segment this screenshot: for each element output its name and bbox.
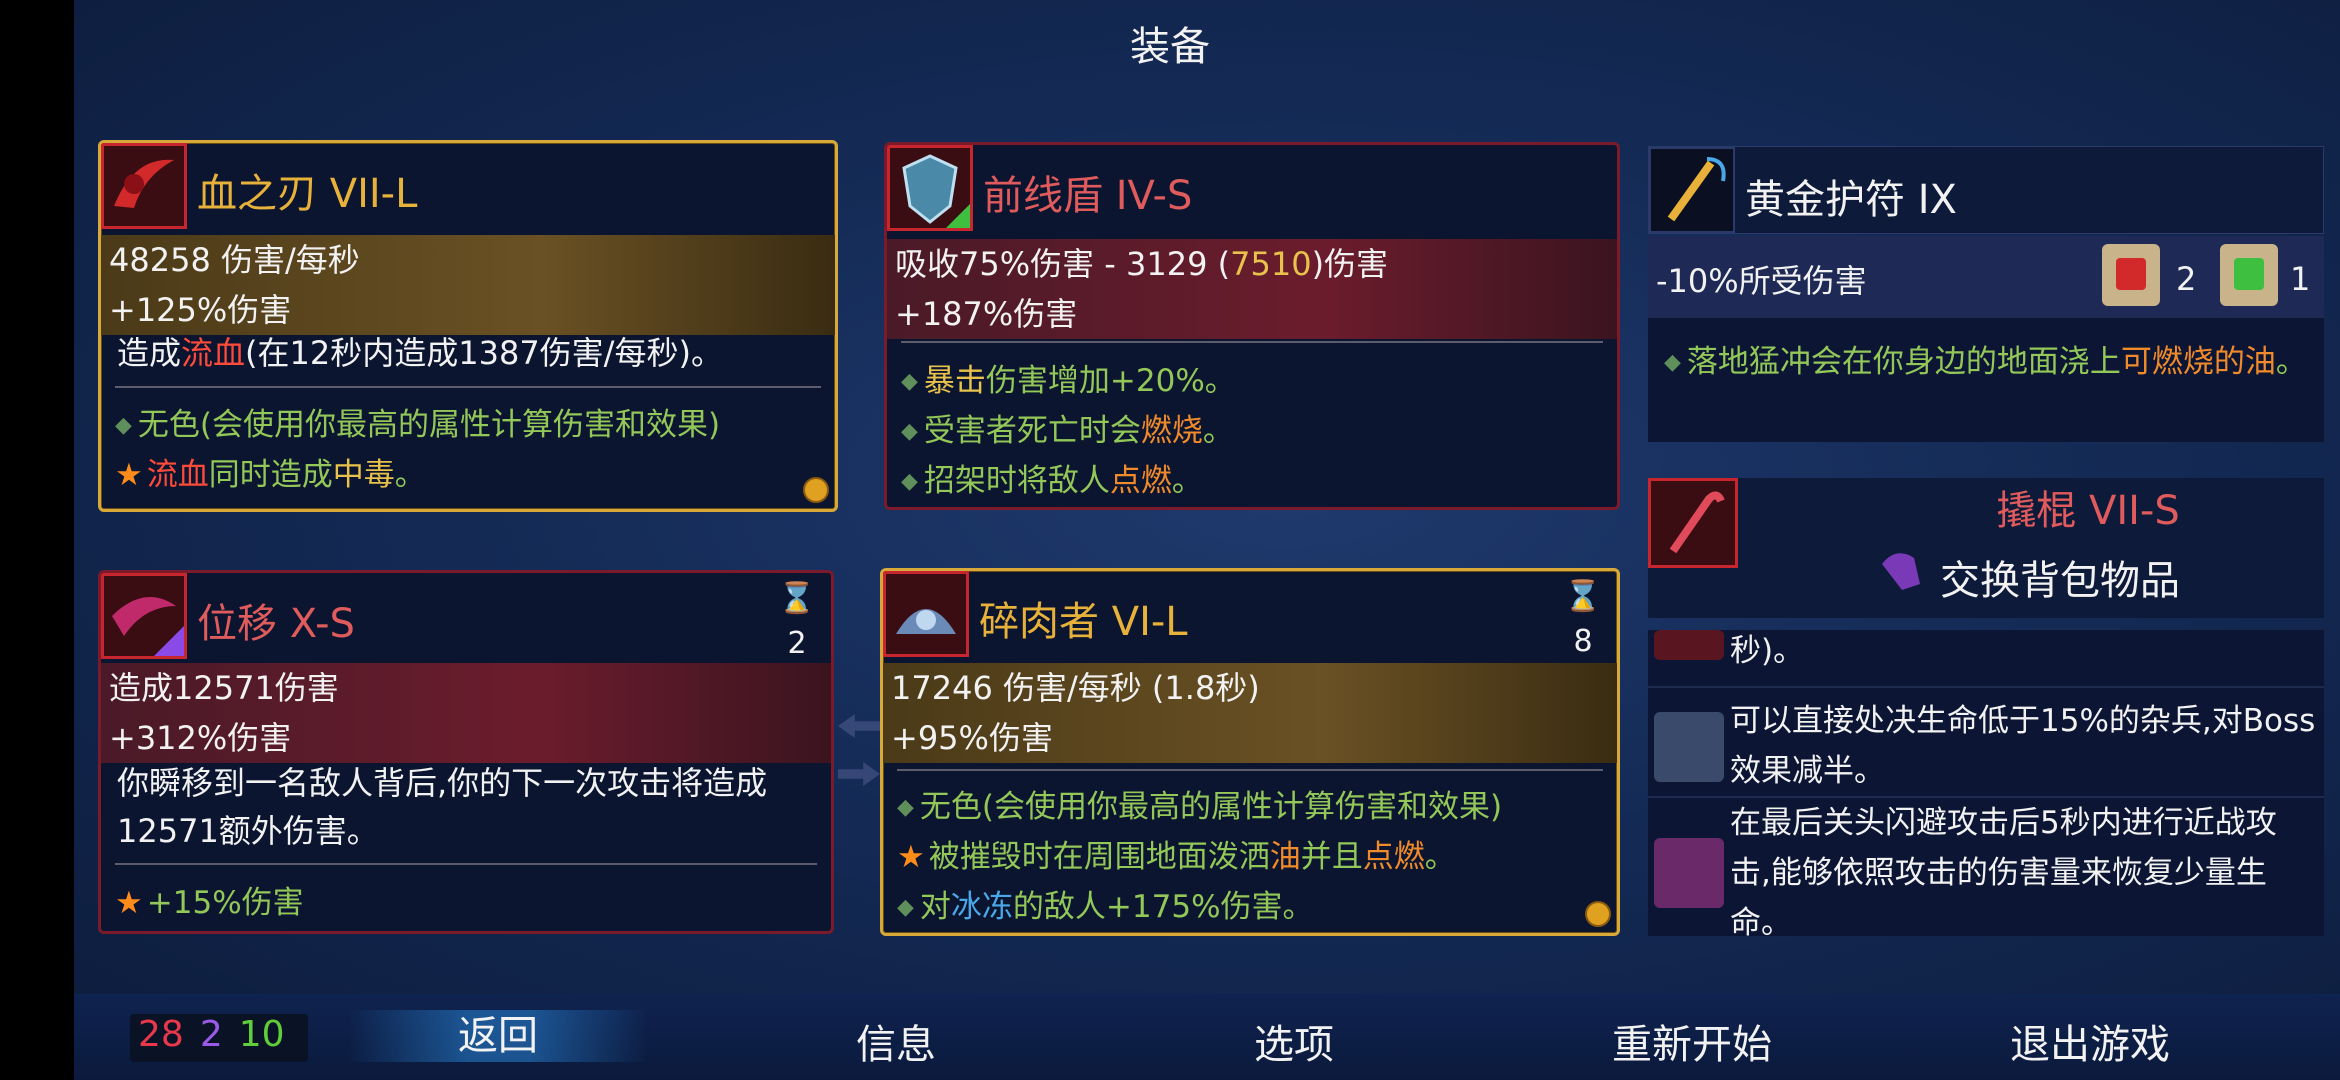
affix-line: ◆ 无色(会使用你最高的属性计算伤害和效果) — [115, 407, 721, 443]
quit-game-button[interactable]: 退出游戏 — [1940, 1012, 2240, 1070]
skill-name: 碎肉者 VI-L — [979, 599, 1188, 645]
survival-scroll-icon — [2220, 244, 2278, 306]
amulet-stat-band: -10%所受伤害 2 1 — [1648, 236, 2324, 318]
blood-sword-icon — [101, 143, 187, 229]
divider — [115, 863, 817, 865]
legendary-affix-line: ★ 被摧毁时在周围地面泼洒油并且点燃。 — [897, 839, 1456, 875]
skill-card-meat-grinder[interactable]: 碎肉者 VI-L ⌛ 8 17246 伤害/每秒 (1.8秒) +95%伤害 ◆ 无… — [880, 568, 1620, 936]
star-icon: ★ — [115, 457, 143, 493]
swap-hand-icon[interactable] — [1876, 544, 1926, 594]
survival-scroll-count: 1 — [2290, 260, 2311, 298]
amulet-description[interactable]: ◆ 落地猛冲会在你身边的地面浇上可燃烧的油。 — [1648, 318, 2324, 442]
weapon-description: 造成流血(在12秒内造成1387伤害/每秒)。 — [117, 334, 723, 372]
meat-grinder-icon — [883, 571, 969, 657]
weapon-dps: 48258 伤害/每秒 — [101, 235, 835, 285]
affix-line: ◆ 无色(会使用你最高的属性计算伤害和效果) — [897, 789, 1503, 825]
backpack-item-name: 撬棍 VII-S — [1996, 488, 2180, 534]
swap-left-arrow-icon[interactable] — [838, 714, 880, 738]
swap-backpack-button[interactable]: 交换背包物品 — [1940, 548, 2180, 606]
divider — [901, 341, 1603, 343]
scroll-stats: 28 2 10 — [130, 1014, 308, 1062]
affix-line: ◆ 招架时将敌人点燃。 — [901, 463, 1203, 499]
amulet-name: 黄金护符 IX — [1745, 177, 1957, 223]
divider — [897, 769, 1603, 771]
amulet-stat: -10%所受伤害 — [1656, 262, 1867, 300]
mutation-list[interactable]: 秒)。 可以直接处决生命低于15%的杂兵,对Boss效果减半。 在最后关头闪避攻… — [1648, 630, 2324, 941]
weapon-damage-bonus: +125%伤害 — [101, 285, 835, 335]
tactics-count: 2 — [199, 1014, 223, 1055]
weapon-name: 血之刃 VII-L — [197, 171, 418, 217]
brutality-scroll-icon — [2102, 244, 2160, 306]
golden-amulet-icon — [1649, 147, 1735, 233]
shield-block-stat: 吸收75%伤害 - 3129 (7510)伤害 — [887, 239, 1617, 289]
brutality-count: 28 — [138, 1014, 184, 1055]
info-button[interactable]: 信息 — [746, 1012, 1046, 1070]
skill-name: 位移 X-S — [197, 601, 355, 647]
skill-card-phaser[interactable]: 位移 X-S ⌛ 2 造成12571伤害 +312%伤害 你瞬移到一名敌人背后,你… — [98, 570, 834, 934]
page-title: 装备 — [1130, 24, 1210, 70]
options-button[interactable]: 选项 — [1144, 1012, 1444, 1070]
executioner-mutation-icon — [1654, 712, 1724, 782]
skill-damage: 造成12571伤害 — [101, 663, 831, 713]
affix-line: ◆ 暴击伤害增加+20%。 — [901, 363, 1236, 399]
star-icon: ★ — [115, 885, 143, 921]
skill-damage-bonus: +312%伤害 — [101, 713, 831, 763]
skill-description: 你瞬移到一名敌人背后,你的下一次攻击将造成12571额外伤害。 — [117, 764, 768, 850]
restart-button[interactable]: 重新开始 — [1542, 1012, 1842, 1070]
star-icon: ★ — [897, 839, 925, 875]
phaser-skill-icon — [101, 573, 187, 659]
legendary-affix-line: ★ +15%伤害 — [115, 885, 304, 921]
legendary-gem-icon — [803, 477, 829, 503]
skill-dps: 17246 伤害/每秒 (1.8秒) — [883, 663, 1617, 713]
swap-right-arrow-icon[interactable] — [838, 762, 880, 786]
weapon-card-front-line-shield[interactable]: 前线盾 IV-S 吸收75%伤害 - 3129 (7510)伤害 +187%伤害… — [884, 142, 1620, 510]
legendary-affix-line: ★ 流血同时造成中毒。 — [115, 457, 426, 493]
weapon-damage-bonus: +187%伤害 — [887, 289, 1617, 339]
hourglass-icon: ⌛ — [1564, 579, 1602, 614]
back-button[interactable]: 返回 — [348, 1010, 648, 1062]
cooldown-indicator: ⌛ 8 — [1564, 579, 1602, 659]
weapon-name: 前线盾 IV-S — [983, 173, 1193, 219]
crowbar-icon — [1648, 478, 1738, 568]
survival-count: 10 — [238, 1014, 285, 1055]
legendary-gem-icon — [1585, 901, 1611, 927]
amulet-affix: ◆ 落地猛冲会在你身边的地面浇上可燃烧的油。 — [1664, 344, 2307, 380]
affix-line: ◆ 受害者死亡时会燃烧。 — [901, 413, 1234, 449]
brutality-scroll-count: 2 — [2176, 260, 2197, 298]
bottom-menu-bar: 28 2 10 返回 信息 选项 重新开始 退出游戏 — [74, 994, 2340, 1080]
left-black-bar — [0, 0, 74, 1080]
cooldown-indicator: ⌛ 2 — [778, 581, 816, 661]
skill-damage-bonus: +95%伤害 — [883, 713, 1617, 763]
shield-icon — [887, 145, 973, 231]
divider — [115, 386, 821, 388]
backpack-card[interactable]: 撬棍 VII-S 交换背包物品 — [1648, 478, 2324, 618]
weapon-card-blood-sword[interactable]: 血之刃 VII-L 48258 伤害/每秒 +125%伤害 造成流血(在12秒内… — [98, 140, 838, 512]
amulet-card[interactable]: 黄金护符 IX — [1648, 146, 2324, 234]
mutation-icon — [1654, 630, 1724, 660]
last-breath-mutation-icon — [1654, 838, 1724, 908]
hourglass-icon: ⌛ — [778, 581, 816, 616]
divider — [1648, 686, 2324, 688]
affix-line: ◆ 对冰冻的敌人+175%伤害。 — [897, 889, 1314, 925]
